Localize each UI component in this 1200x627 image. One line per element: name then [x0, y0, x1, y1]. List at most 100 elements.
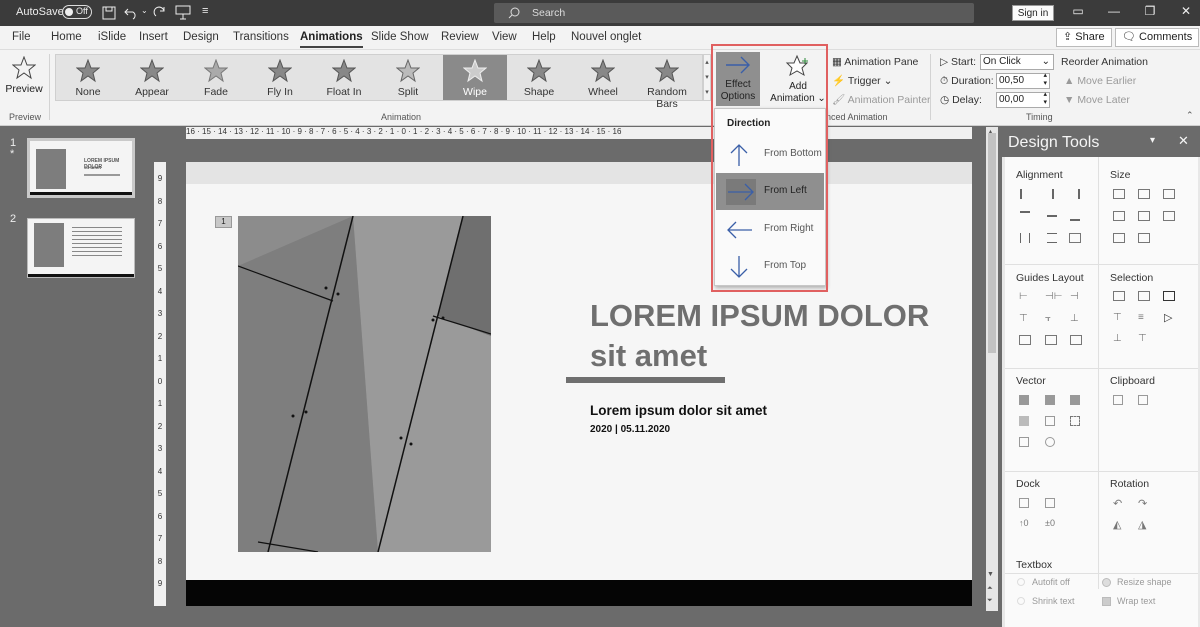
ribbon-display-icon[interactable]: ▭	[1068, 4, 1088, 20]
sign-in-button[interactable]: Sign in	[1012, 5, 1054, 21]
delay-field[interactable]: 00,00 ▴ ▾	[996, 91, 1050, 108]
scroll-down-icon[interactable]: ▼	[987, 571, 994, 578]
animation-fade[interactable]: Fade	[184, 55, 248, 100]
wrap-checkbox[interactable]	[1102, 597, 1111, 606]
align-bottom-icon[interactable]	[1070, 211, 1080, 221]
duration-field[interactable]: 00,50 ▴ ▾	[996, 72, 1050, 89]
select-copy-icon[interactable]	[1163, 291, 1175, 301]
rotate-left-icon[interactable]: ↶	[1113, 497, 1122, 510]
align-center-icon[interactable]	[1052, 189, 1062, 199]
stretch-bottom-icon[interactable]	[1138, 233, 1150, 243]
vector-edit-icon[interactable]	[1070, 416, 1080, 426]
same-height-icon[interactable]	[1138, 189, 1150, 199]
tab-file[interactable]: File	[12, 31, 31, 43]
animation-appear[interactable]: Appear	[120, 55, 184, 100]
undo-icon[interactable]	[124, 6, 138, 20]
present-icon[interactable]	[175, 5, 191, 20]
guide-height-icon[interactable]	[1045, 335, 1057, 345]
animation-none[interactable]: None	[56, 55, 120, 100]
animation-split[interactable]: Split	[376, 55, 440, 100]
select-bottom-icon[interactable]: ⊥	[1113, 333, 1122, 344]
scroll-thumb[interactable]	[988, 133, 996, 353]
tab-transitions[interactable]: Transitions	[233, 31, 289, 43]
spinner-icon[interactable]: ▴ ▾	[1043, 72, 1047, 88]
slide-date[interactable]: 2020 | 05.11.2020	[590, 424, 670, 435]
slide-photo[interactable]	[238, 216, 491, 552]
select-middle-icon[interactable]: ≡	[1138, 312, 1144, 323]
stretch-top-icon[interactable]	[1113, 233, 1125, 243]
vector-union-icon[interactable]	[1019, 395, 1029, 405]
panel-close-icon[interactable]: ✕	[1178, 133, 1189, 149]
guide-bottom-icon[interactable]: ⊥	[1070, 313, 1079, 324]
guide-middle-icon[interactable]: ⫟	[1045, 313, 1051, 324]
guide-top-icon[interactable]: ⊤	[1019, 313, 1028, 324]
distribute-vertical-icon[interactable]	[1047, 233, 1057, 243]
comments-button[interactable]: 🗨 Comments	[1115, 28, 1200, 47]
select-top-icon[interactable]: ⊤	[1113, 312, 1122, 323]
spinner-icon[interactable]: ▴ ▾	[1043, 91, 1047, 107]
tab-view[interactable]: View	[492, 31, 517, 43]
tab-design[interactable]: Design	[183, 31, 219, 43]
vertical-scrollbar[interactable]: ▲ ▼ ⏶ ⏷	[986, 127, 998, 611]
animation-random-bars[interactable]: Random Bars	[635, 55, 699, 110]
align-right-icon[interactable]	[1070, 189, 1080, 199]
align-left-icon[interactable]	[1020, 189, 1030, 199]
align-slide-icon[interactable]	[1069, 233, 1081, 243]
select-same-icon[interactable]	[1113, 291, 1125, 301]
guide-frame-icon[interactable]	[1070, 335, 1082, 345]
tab-islide[interactable]: iSlide	[98, 31, 126, 43]
guide-width-icon[interactable]	[1019, 335, 1031, 345]
vector-intersect-icon[interactable]	[1019, 416, 1029, 426]
dock-left-icon[interactable]	[1019, 498, 1029, 508]
save-icon[interactable]	[102, 6, 116, 20]
vector-fragment-icon[interactable]	[1070, 395, 1080, 405]
guide-right-icon[interactable]: ⊣	[1070, 291, 1079, 302]
align-top-icon[interactable]	[1020, 211, 1030, 221]
slide-thumbnail-1[interactable]: LOREM IPSUM DOLOR sit amet	[27, 138, 135, 198]
preview-button[interactable]: Preview	[4, 54, 44, 104]
dock-right-icon[interactable]	[1045, 498, 1055, 508]
tab-review[interactable]: Review	[441, 31, 479, 43]
prev-slide-icon[interactable]: ⏶	[987, 585, 993, 593]
tab-slide-show[interactable]: Slide Show	[371, 31, 429, 43]
stretch-both-icon[interactable]	[1163, 211, 1175, 221]
tab-home[interactable]: Home	[51, 31, 82, 43]
tab-help[interactable]: Help	[532, 31, 556, 43]
start-select[interactable]: On Click ⌄	[980, 54, 1054, 70]
flip-horizontal-icon[interactable]: ◭	[1113, 518, 1121, 531]
dock-plus-icon[interactable]: ±0	[1045, 518, 1055, 528]
collapse-ribbon-icon[interactable]: ⌃	[1186, 110, 1194, 121]
minimize-icon[interactable]: —	[1104, 4, 1124, 20]
paste-icon[interactable]	[1138, 395, 1148, 405]
next-slide-icon[interactable]: ⏷	[987, 597, 993, 605]
redo-icon[interactable]	[153, 6, 167, 20]
same-size-icon[interactable]	[1163, 189, 1175, 199]
same-width-icon[interactable]	[1113, 189, 1125, 199]
tab-animations[interactable]: Animations	[300, 31, 363, 48]
guide-left-icon[interactable]: ⊢	[1019, 291, 1028, 302]
stretch-left-icon[interactable]	[1113, 211, 1125, 221]
slide-subtitle[interactable]: Lorem ipsum dolor sit amet	[590, 403, 767, 418]
autosave-toggle[interactable]: Off	[62, 5, 92, 19]
select-similar-icon[interactable]	[1138, 291, 1150, 301]
animation-fly-in[interactable]: Fly In	[248, 55, 312, 100]
share-button[interactable]: ⇪ Share	[1056, 28, 1112, 47]
vector-subtract-icon[interactable]	[1045, 416, 1055, 426]
flip-vertical-icon[interactable]: ◮	[1138, 518, 1146, 531]
animation-painter-button[interactable]: 🖌 Animation Painter	[832, 93, 931, 106]
customize-qat-icon[interactable]: ≡	[202, 5, 208, 17]
slide-title[interactable]: LOREM IPSUM DOLOR sit amet	[590, 296, 970, 376]
distribute-horizontal-icon[interactable]	[1020, 233, 1030, 243]
select-layers-icon[interactable]: ⊤	[1138, 333, 1147, 344]
move-earlier-button[interactable]: ▲ Move Earlier	[1064, 75, 1136, 87]
vector-shape-icon[interactable]	[1045, 437, 1055, 447]
tab-insert[interactable]: Insert	[139, 31, 168, 43]
search-box[interactable]: Search	[494, 3, 974, 23]
trigger-button[interactable]: ⚡ Trigger ⌄	[832, 74, 892, 87]
cursor-icon[interactable]: ▷	[1164, 311, 1172, 324]
animation-wipe[interactable]: Wipe	[443, 55, 507, 100]
vector-text-icon[interactable]	[1019, 437, 1029, 447]
panel-menu-icon[interactable]: ▾	[1150, 135, 1155, 146]
slide-canvas[interactable]: 1 LOREM IPSUM DOLOR sit amet Lorem ipsum …	[186, 162, 972, 606]
close-icon[interactable]: ✕	[1176, 4, 1196, 20]
